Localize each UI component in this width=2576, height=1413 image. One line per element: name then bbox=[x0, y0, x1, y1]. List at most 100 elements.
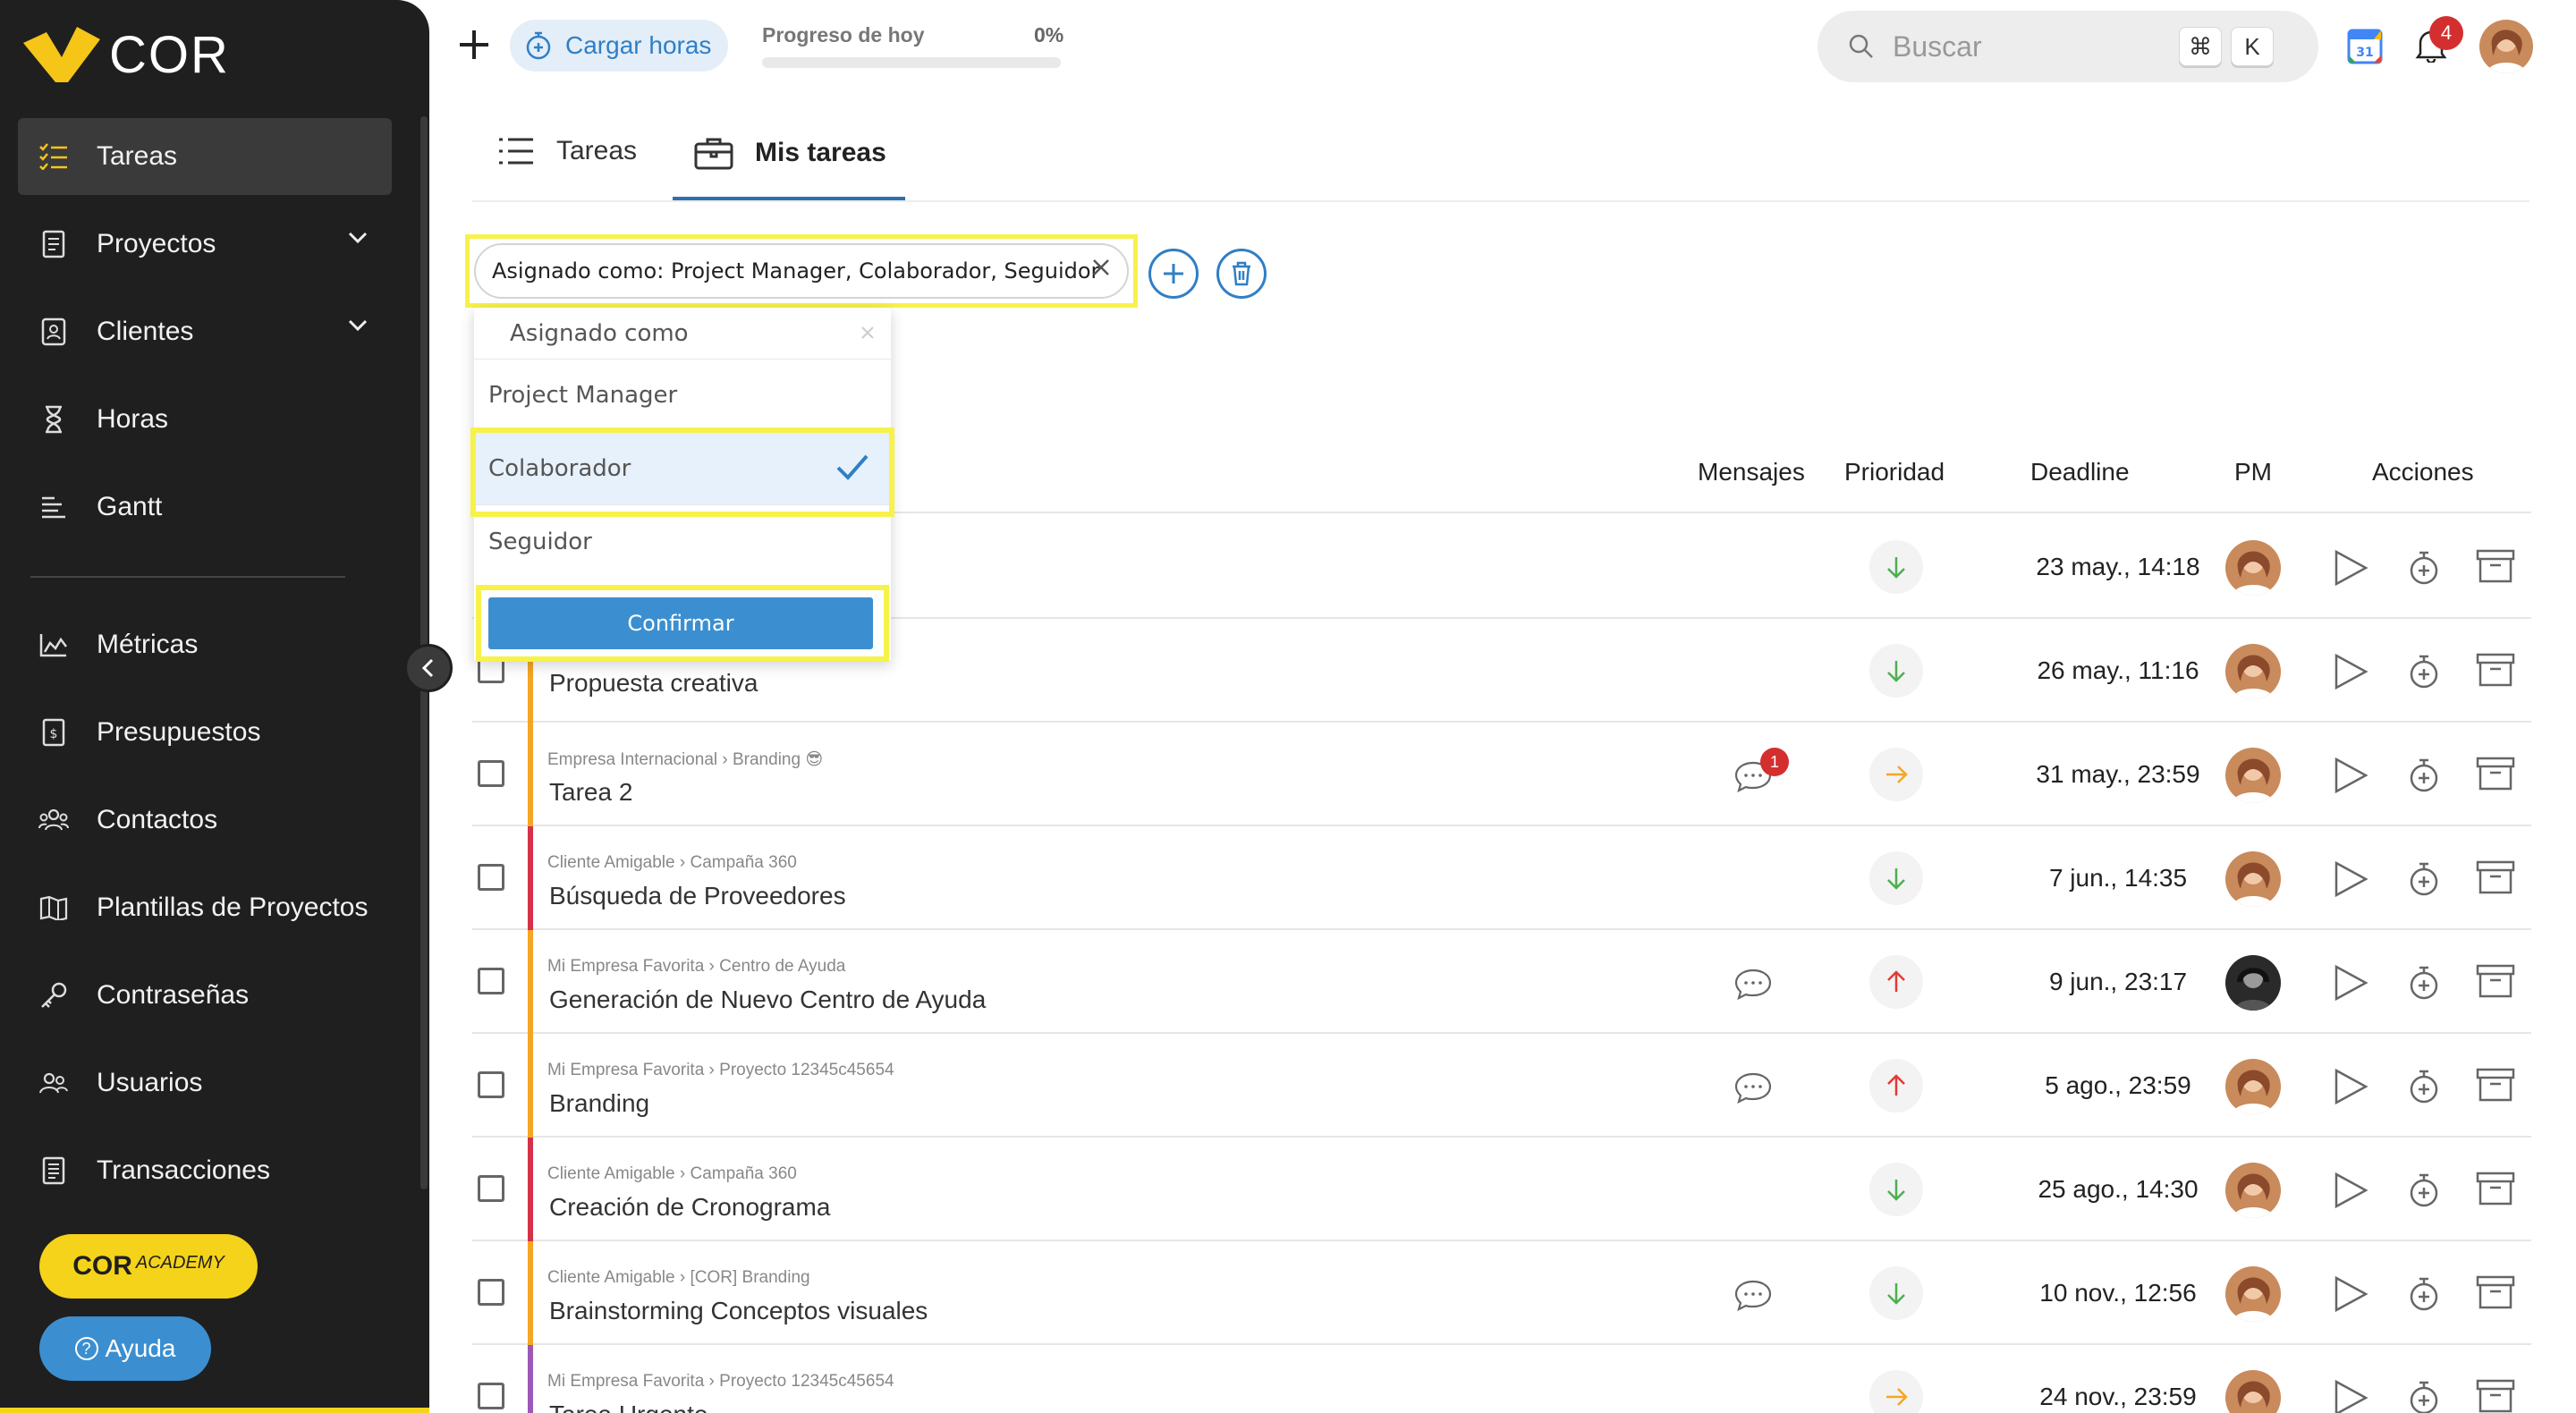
table-row[interactable]: Cliente Amigable › [COR] Branding Brainst… bbox=[472, 1241, 2531, 1345]
archive-button[interactable] bbox=[2476, 1379, 2515, 1413]
row-checkbox[interactable] bbox=[478, 1383, 504, 1409]
dropdown-search[interactable]: Asignado como bbox=[474, 308, 891, 360]
add-time-button[interactable] bbox=[2408, 1379, 2440, 1413]
messages-button[interactable] bbox=[1733, 1071, 1773, 1108]
task-name[interactable]: Generación de Nuevo Centro de Ayuda bbox=[549, 986, 986, 1014]
pm-avatar[interactable] bbox=[2225, 1370, 2281, 1413]
row-checkbox[interactable] bbox=[478, 1071, 504, 1098]
search-box[interactable]: ⌘ K bbox=[1818, 11, 2318, 82]
task-name[interactable]: Búsqueda de Proveedores bbox=[549, 882, 846, 910]
archive-button[interactable] bbox=[2476, 1068, 2515, 1106]
table-row[interactable]: Cliente Amigable › Campaña 360 Búsqueda d… bbox=[472, 826, 2531, 930]
task-deadline[interactable]: 25 ago., 14:30 bbox=[1984, 1175, 2252, 1204]
tab-tareas[interactable]: Tareas bbox=[497, 136, 637, 166]
collapse-sidebar-button[interactable] bbox=[404, 644, 453, 692]
clear-filters-button[interactable] bbox=[1216, 249, 1267, 299]
header-deadline[interactable]: Deadline bbox=[2030, 458, 2130, 487]
header-pm[interactable]: PM bbox=[2234, 458, 2272, 487]
sidebar-item-transacciones[interactable]: Transacciones bbox=[18, 1132, 392, 1209]
task-breadcrumb[interactable]: Cliente Amigable › Campaña 360 bbox=[547, 853, 797, 873]
row-checkbox[interactable] bbox=[478, 1279, 504, 1306]
play-button[interactable] bbox=[2333, 1379, 2368, 1413]
add-icon[interactable] bbox=[456, 27, 492, 63]
help-button[interactable]: ? Ayuda bbox=[39, 1316, 211, 1381]
task-deadline[interactable]: 5 ago., 23:59 bbox=[1984, 1071, 2252, 1100]
table-row[interactable]: Empresa Internacional › Branding 😎 Tarea … bbox=[472, 723, 2531, 826]
play-button[interactable] bbox=[2333, 1068, 2368, 1110]
row-checkbox[interactable] bbox=[478, 968, 504, 994]
task-breadcrumb[interactable]: Mi Empresa Favorita › Centro de Ayuda bbox=[547, 957, 845, 977]
messages-button[interactable] bbox=[1733, 968, 1773, 1004]
priority-indicator[interactable] bbox=[1869, 540, 1923, 594]
task-deadline[interactable]: 31 may., 23:59 bbox=[1984, 760, 2252, 789]
archive-button[interactable] bbox=[2476, 1275, 2515, 1314]
pm-avatar[interactable] bbox=[2225, 1163, 2281, 1218]
add-time-button[interactable] bbox=[2408, 1275, 2440, 1317]
task-breadcrumb[interactable]: Empresa Internacional › Branding 😎 bbox=[547, 749, 823, 770]
sidebar-item-contactos[interactable]: Contactos bbox=[18, 782, 392, 859]
add-time-button[interactable] bbox=[2408, 964, 2440, 1006]
task-deadline[interactable]: 7 jun., 14:35 bbox=[1984, 864, 2252, 893]
search-input[interactable] bbox=[1893, 30, 2170, 63]
table-row[interactable]: Mi Empresa Favorita › Proyecto 12345c456… bbox=[472, 1345, 2531, 1413]
dropdown-option-colaborador[interactable]: Colaborador bbox=[474, 433, 891, 504]
close-icon[interactable] bbox=[1091, 258, 1111, 277]
user-avatar[interactable] bbox=[2479, 20, 2533, 73]
priority-indicator[interactable] bbox=[1869, 1059, 1923, 1113]
add-time-button[interactable] bbox=[2408, 653, 2440, 695]
add-time-button[interactable] bbox=[2408, 1068, 2440, 1110]
pm-avatar[interactable] bbox=[2225, 851, 2281, 907]
row-checkbox[interactable] bbox=[478, 864, 504, 891]
add-time-button[interactable] bbox=[2408, 860, 2440, 902]
dropdown-option-seguidor[interactable]: Seguidor bbox=[474, 506, 891, 578]
priority-indicator[interactable] bbox=[1869, 851, 1923, 905]
priority-indicator[interactable] bbox=[1869, 955, 1923, 1009]
archive-button[interactable] bbox=[2476, 1172, 2515, 1210]
sidebar-item-tareas[interactable]: Tareas bbox=[18, 118, 392, 195]
priority-indicator[interactable] bbox=[1869, 1163, 1923, 1216]
add-time-button[interactable] bbox=[2408, 757, 2440, 799]
play-button[interactable] bbox=[2333, 653, 2368, 695]
pm-avatar[interactable] bbox=[2225, 1266, 2281, 1322]
play-button[interactable] bbox=[2333, 1172, 2368, 1214]
pm-avatar[interactable] bbox=[2225, 1059, 2281, 1114]
cargar-horas-button[interactable]: Cargar horas bbox=[510, 20, 728, 72]
priority-indicator[interactable] bbox=[1869, 748, 1923, 801]
sidebar-item-contrasenas[interactable]: Contraseñas bbox=[18, 957, 392, 1034]
filter-chip[interactable]: Asignado como: Project Manager, Colabora… bbox=[474, 243, 1129, 299]
header-mensajes[interactable]: Mensajes bbox=[1698, 458, 1805, 487]
logo[interactable]: COR bbox=[23, 25, 230, 85]
google-calendar-icon[interactable]: 31 bbox=[2347, 29, 2383, 64]
sidebar-item-proyectos[interactable]: Proyectos bbox=[18, 206, 392, 283]
table-row[interactable]: Mi Empresa Favorita › Proyecto 12345c456… bbox=[472, 1034, 2531, 1138]
priority-indicator[interactable] bbox=[1869, 1370, 1923, 1413]
priority-indicator[interactable] bbox=[1869, 1266, 1923, 1320]
table-row[interactable]: Mi Empresa Favorita › Centro de Ayuda Gen… bbox=[472, 930, 2531, 1034]
task-name[interactable]: Propuesta creativa bbox=[549, 669, 758, 698]
sidebar-item-clientes[interactable]: Clientes bbox=[18, 293, 392, 370]
sidebar-item-usuarios[interactable]: Usuarios bbox=[18, 1045, 392, 1121]
task-name[interactable]: Brainstorming Conceptos visuales bbox=[549, 1297, 928, 1325]
task-breadcrumb[interactable]: Cliente Amigable › [COR] Branding bbox=[547, 1268, 810, 1288]
academy-button[interactable]: COR ACADEMY bbox=[39, 1234, 258, 1299]
archive-button[interactable] bbox=[2476, 757, 2515, 795]
play-button[interactable] bbox=[2333, 757, 2368, 799]
archive-button[interactable] bbox=[2476, 860, 2515, 899]
tab-mis-tareas[interactable]: Mis tareas bbox=[694, 136, 886, 170]
row-checkbox[interactable] bbox=[478, 760, 504, 787]
pm-avatar[interactable] bbox=[2225, 540, 2281, 596]
sidebar-item-horas[interactable]: Horas bbox=[18, 381, 392, 458]
confirm-button[interactable]: Confirmar bbox=[488, 597, 873, 649]
table-row[interactable]: Cliente Amigable › Campaña 360 Creación d… bbox=[472, 1138, 2531, 1241]
task-deadline[interactable]: 24 nov., 23:59 bbox=[1984, 1383, 2252, 1411]
messages-button[interactable] bbox=[1733, 1279, 1773, 1316]
close-icon[interactable] bbox=[860, 326, 875, 340]
play-button[interactable] bbox=[2333, 549, 2368, 591]
priority-indicator[interactable] bbox=[1869, 644, 1923, 698]
task-deadline[interactable]: 23 may., 14:18 bbox=[1984, 553, 2252, 581]
task-deadline[interactable]: 26 may., 11:16 bbox=[1984, 656, 2252, 685]
task-breadcrumb[interactable]: Mi Empresa Favorita › Proyecto 12345c456… bbox=[547, 1372, 894, 1392]
chevron-down-icon[interactable] bbox=[347, 318, 369, 333]
sidebar-item-gantt[interactable]: Gantt bbox=[18, 469, 392, 546]
archive-button[interactable] bbox=[2476, 549, 2515, 588]
